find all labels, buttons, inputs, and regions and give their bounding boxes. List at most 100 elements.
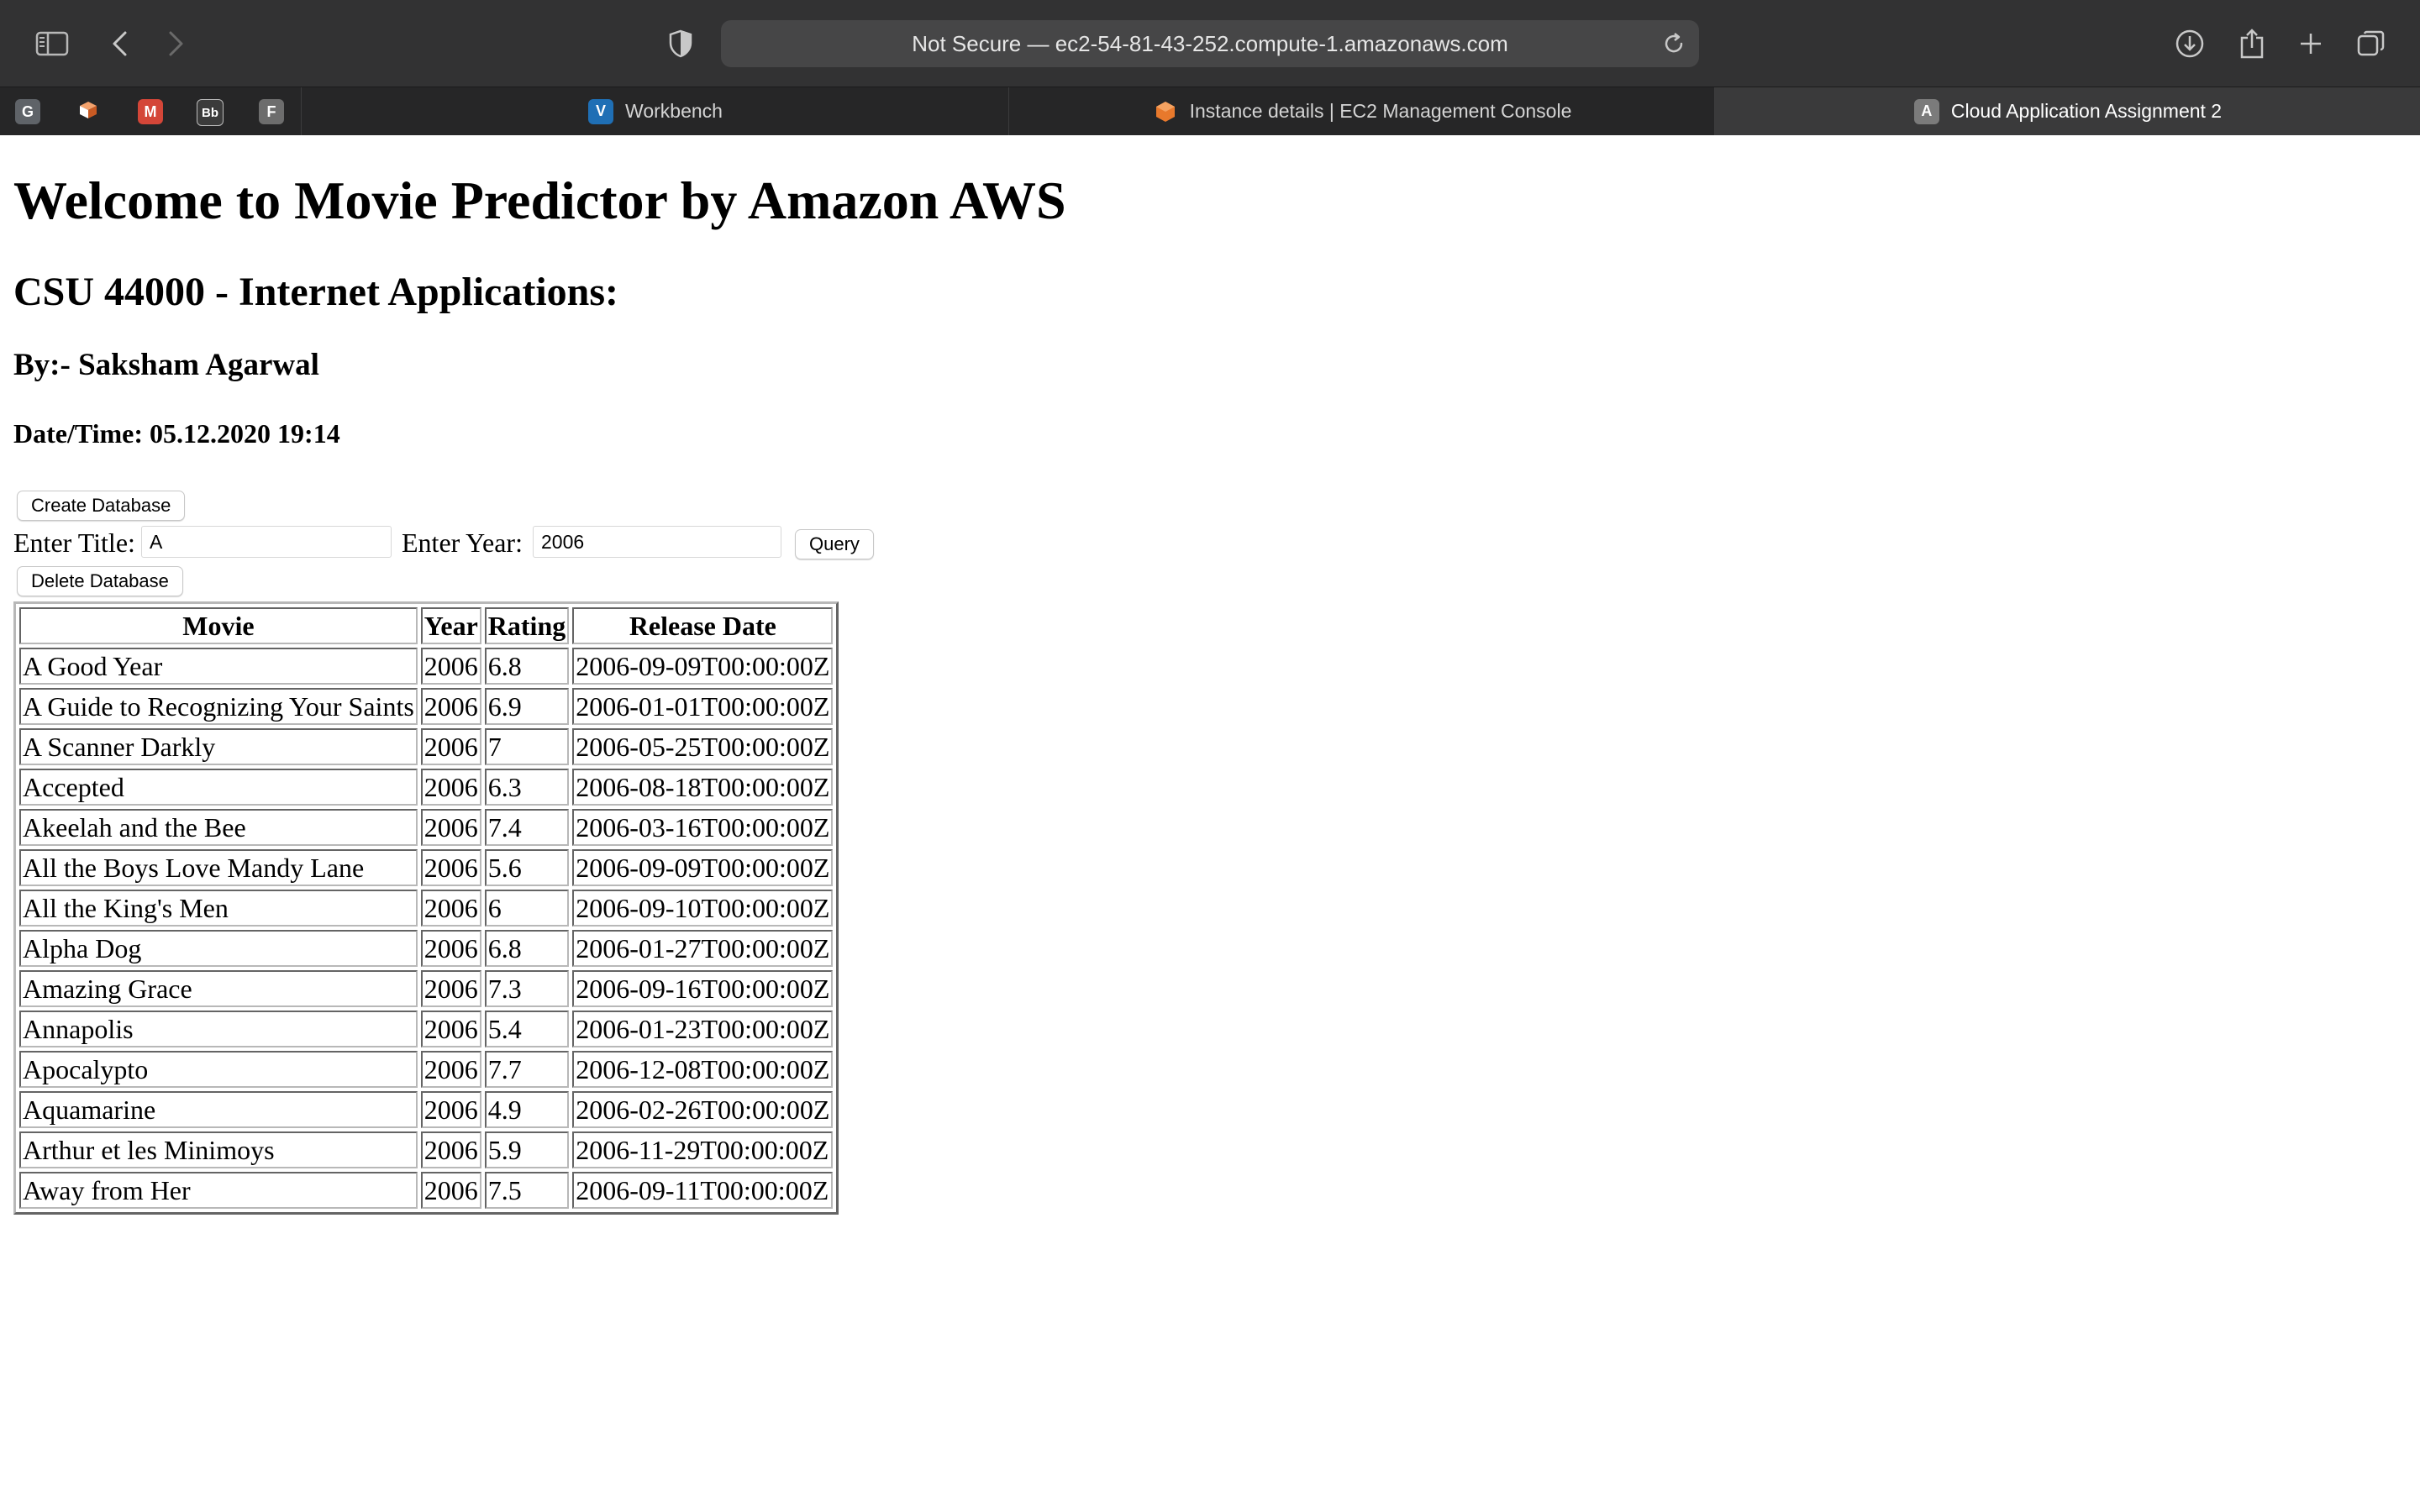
year-cell: 2006 <box>420 688 481 725</box>
rating-cell: 6 <box>484 890 570 927</box>
table-row: Alpha Dog 2006 6.8 2006-01-27T00:00:00Z <box>19 930 834 967</box>
table-row: Apocalypto 2006 7.7 2006-12-08T00:00:00Z <box>19 1051 834 1088</box>
rating-cell: 6.9 <box>484 688 570 725</box>
release-date-cell: 2006-09-10T00:00:00Z <box>572 890 834 927</box>
title-input[interactable] <box>141 526 392 558</box>
create-database-button[interactable]: Create Database <box>17 491 186 521</box>
movie-cell: Akeelah and the Bee <box>19 809 418 846</box>
pinned-tab-gmail[interactable]: M <box>138 99 163 124</box>
tab-bar: G M Bb F V Workbench Instance details | … <box>0 87 2420 135</box>
column-header-rating: Rating <box>484 607 570 644</box>
pinned-tab-google[interactable]: G <box>15 99 40 124</box>
year-cell: 2006 <box>420 890 481 927</box>
movie-cell: Apocalypto <box>19 1051 418 1088</box>
browser-chrome: Not Secure — ec2-54-81-43-252.compute-1.… <box>0 0 2420 135</box>
release-date-cell: 2006-11-29T00:00:00Z <box>572 1131 834 1168</box>
table-row: A Scanner Darkly 2006 7 2006-05-25T00:00:00… <box>19 728 834 765</box>
table-row: Accepted 2006 6.3 2006-08-18T00:00:00Z <box>19 769 834 806</box>
query-button[interactable]: Query <box>795 529 874 559</box>
release-date-cell: 2006-02-26T00:00:00Z <box>572 1091 834 1128</box>
rating-cell: 5.6 <box>484 849 570 886</box>
movie-cell: All the King's Men <box>19 890 418 927</box>
delete-database-button[interactable]: Delete Database <box>17 566 183 596</box>
box-favicon <box>78 100 98 124</box>
blackboard-favicon: Bb <box>202 105 218 120</box>
year-cell: 2006 <box>420 849 481 886</box>
year-cell: 2006 <box>420 1172 481 1209</box>
year-cell: 2006 <box>420 648 481 685</box>
rating-cell: 5.9 <box>484 1131 570 1168</box>
course-heading: CSU 44000 - Internet Applications: <box>13 270 619 314</box>
a-favicon: A <box>1913 98 1939 124</box>
datetime-heading: Date/Time: 05.12.2020 19:14 <box>13 418 340 449</box>
movie-cell: A Guide to Recognizing Your Saints <box>19 688 418 725</box>
movie-cell: Accepted <box>19 769 418 806</box>
year-cell: 2006 <box>420 1051 481 1088</box>
column-header-release-date: Release Date <box>572 607 834 644</box>
column-header-movie: Movie <box>19 607 418 644</box>
table-row: Aquamarine 2006 4.9 2006-02-26T00:00:00Z <box>19 1091 834 1128</box>
release-date-cell: 2006-03-16T00:00:00Z <box>572 809 834 846</box>
rating-cell: 5.4 <box>484 1011 570 1047</box>
movie-cell: Away from Her <box>19 1172 418 1209</box>
table-row: Amazing Grace 2006 7.3 2006-09-16T00:00:00Z <box>19 970 834 1007</box>
browser-toolbar: Not Secure — ec2-54-81-43-252.compute-1.… <box>0 0 2420 87</box>
rating-cell: 6.3 <box>484 769 570 806</box>
tab-ec2-console[interactable]: Instance details | EC2 Management Consol… <box>1008 87 1715 135</box>
movies-table: Movie Year Rating Release Date A Good Ye… <box>13 601 839 1215</box>
tab-cloud-assignment[interactable]: A Cloud Application Assignment 2 <box>1714 87 2420 135</box>
release-date-cell: 2006-05-25T00:00:00Z <box>572 728 834 765</box>
address-text[interactable]: Not Secure — ec2-54-81-43-252.compute-1.… <box>721 20 1699 67</box>
rating-cell: 7.5 <box>484 1172 570 1209</box>
pinned-tab-box[interactable] <box>76 99 101 124</box>
release-date-cell: 2006-01-01T00:00:00Z <box>572 688 834 725</box>
f-favicon: F <box>266 102 276 120</box>
year-input[interactable] <box>533 526 781 558</box>
chevron-left-icon[interactable] <box>94 18 145 69</box>
release-date-cell: 2006-12-08T00:00:00Z <box>572 1051 834 1088</box>
movie-cell: A Good Year <box>19 648 418 685</box>
download-icon[interactable] <box>2165 18 2215 69</box>
movie-cell: Aquamarine <box>19 1091 418 1128</box>
aws-ec2-favicon <box>1153 99 1178 124</box>
chevron-right-icon[interactable] <box>151 18 202 69</box>
year-cell: 2006 <box>420 1131 481 1168</box>
tabs-overview-icon[interactable] <box>2346 18 2396 69</box>
pinned-tab-blackboard[interactable]: Bb <box>197 99 224 126</box>
release-date-cell: 2006-09-11T00:00:00Z <box>572 1172 834 1209</box>
year-label: Enter Year: <box>402 528 523 558</box>
tab-label: Workbench <box>625 100 723 122</box>
release-date-cell: 2006-09-09T00:00:00Z <box>572 849 834 886</box>
movie-cell: Annapolis <box>19 1011 418 1047</box>
column-header-year: Year <box>420 607 481 644</box>
movie-cell: Amazing Grace <box>19 970 418 1007</box>
year-cell: 2006 <box>420 809 481 846</box>
sidebar-icon[interactable] <box>27 18 77 69</box>
rating-cell: 7 <box>484 728 570 765</box>
title-label: Enter Title: <box>13 528 135 558</box>
share-icon[interactable] <box>2227 18 2277 69</box>
year-cell: 2006 <box>420 930 481 967</box>
tab-label: Instance details | EC2 Management Consol… <box>1189 100 1572 122</box>
tab-label: Cloud Application Assignment 2 <box>1950 100 2223 122</box>
rating-cell: 7.3 <box>484 970 570 1007</box>
year-cell: 2006 <box>420 1091 481 1128</box>
tab-workbench[interactable]: V Workbench <box>301 87 1009 135</box>
movie-cell: Arthur et les Minimoys <box>19 1131 418 1168</box>
shield-icon[interactable] <box>655 18 706 69</box>
google-favicon: G <box>21 102 34 120</box>
plus-icon[interactable] <box>2286 18 2336 69</box>
release-date-cell: 2006-01-27T00:00:00Z <box>572 930 834 967</box>
movie-cell: Alpha Dog <box>19 930 418 967</box>
rating-cell: 4.9 <box>484 1091 570 1128</box>
year-cell: 2006 <box>420 728 481 765</box>
address-bar[interactable]: Not Secure — ec2-54-81-43-252.compute-1.… <box>721 20 1699 67</box>
table-body: A Good Year 2006 6.8 2006-09-09T00:00:00Z A … <box>19 648 834 1209</box>
table-row: Annapolis 2006 5.4 2006-01-23T00:00:00Z <box>19 1011 834 1047</box>
pinned-tab-f[interactable]: F <box>259 99 284 124</box>
year-cell: 2006 <box>420 1011 481 1047</box>
gmail-favicon: M <box>144 102 157 120</box>
table-row: All the King's Men 2006 6 2006-09-10T00:00:… <box>19 890 834 927</box>
movie-cell: All the Boys Love Mandy Lane <box>19 849 418 886</box>
reload-icon[interactable] <box>1659 29 1689 59</box>
